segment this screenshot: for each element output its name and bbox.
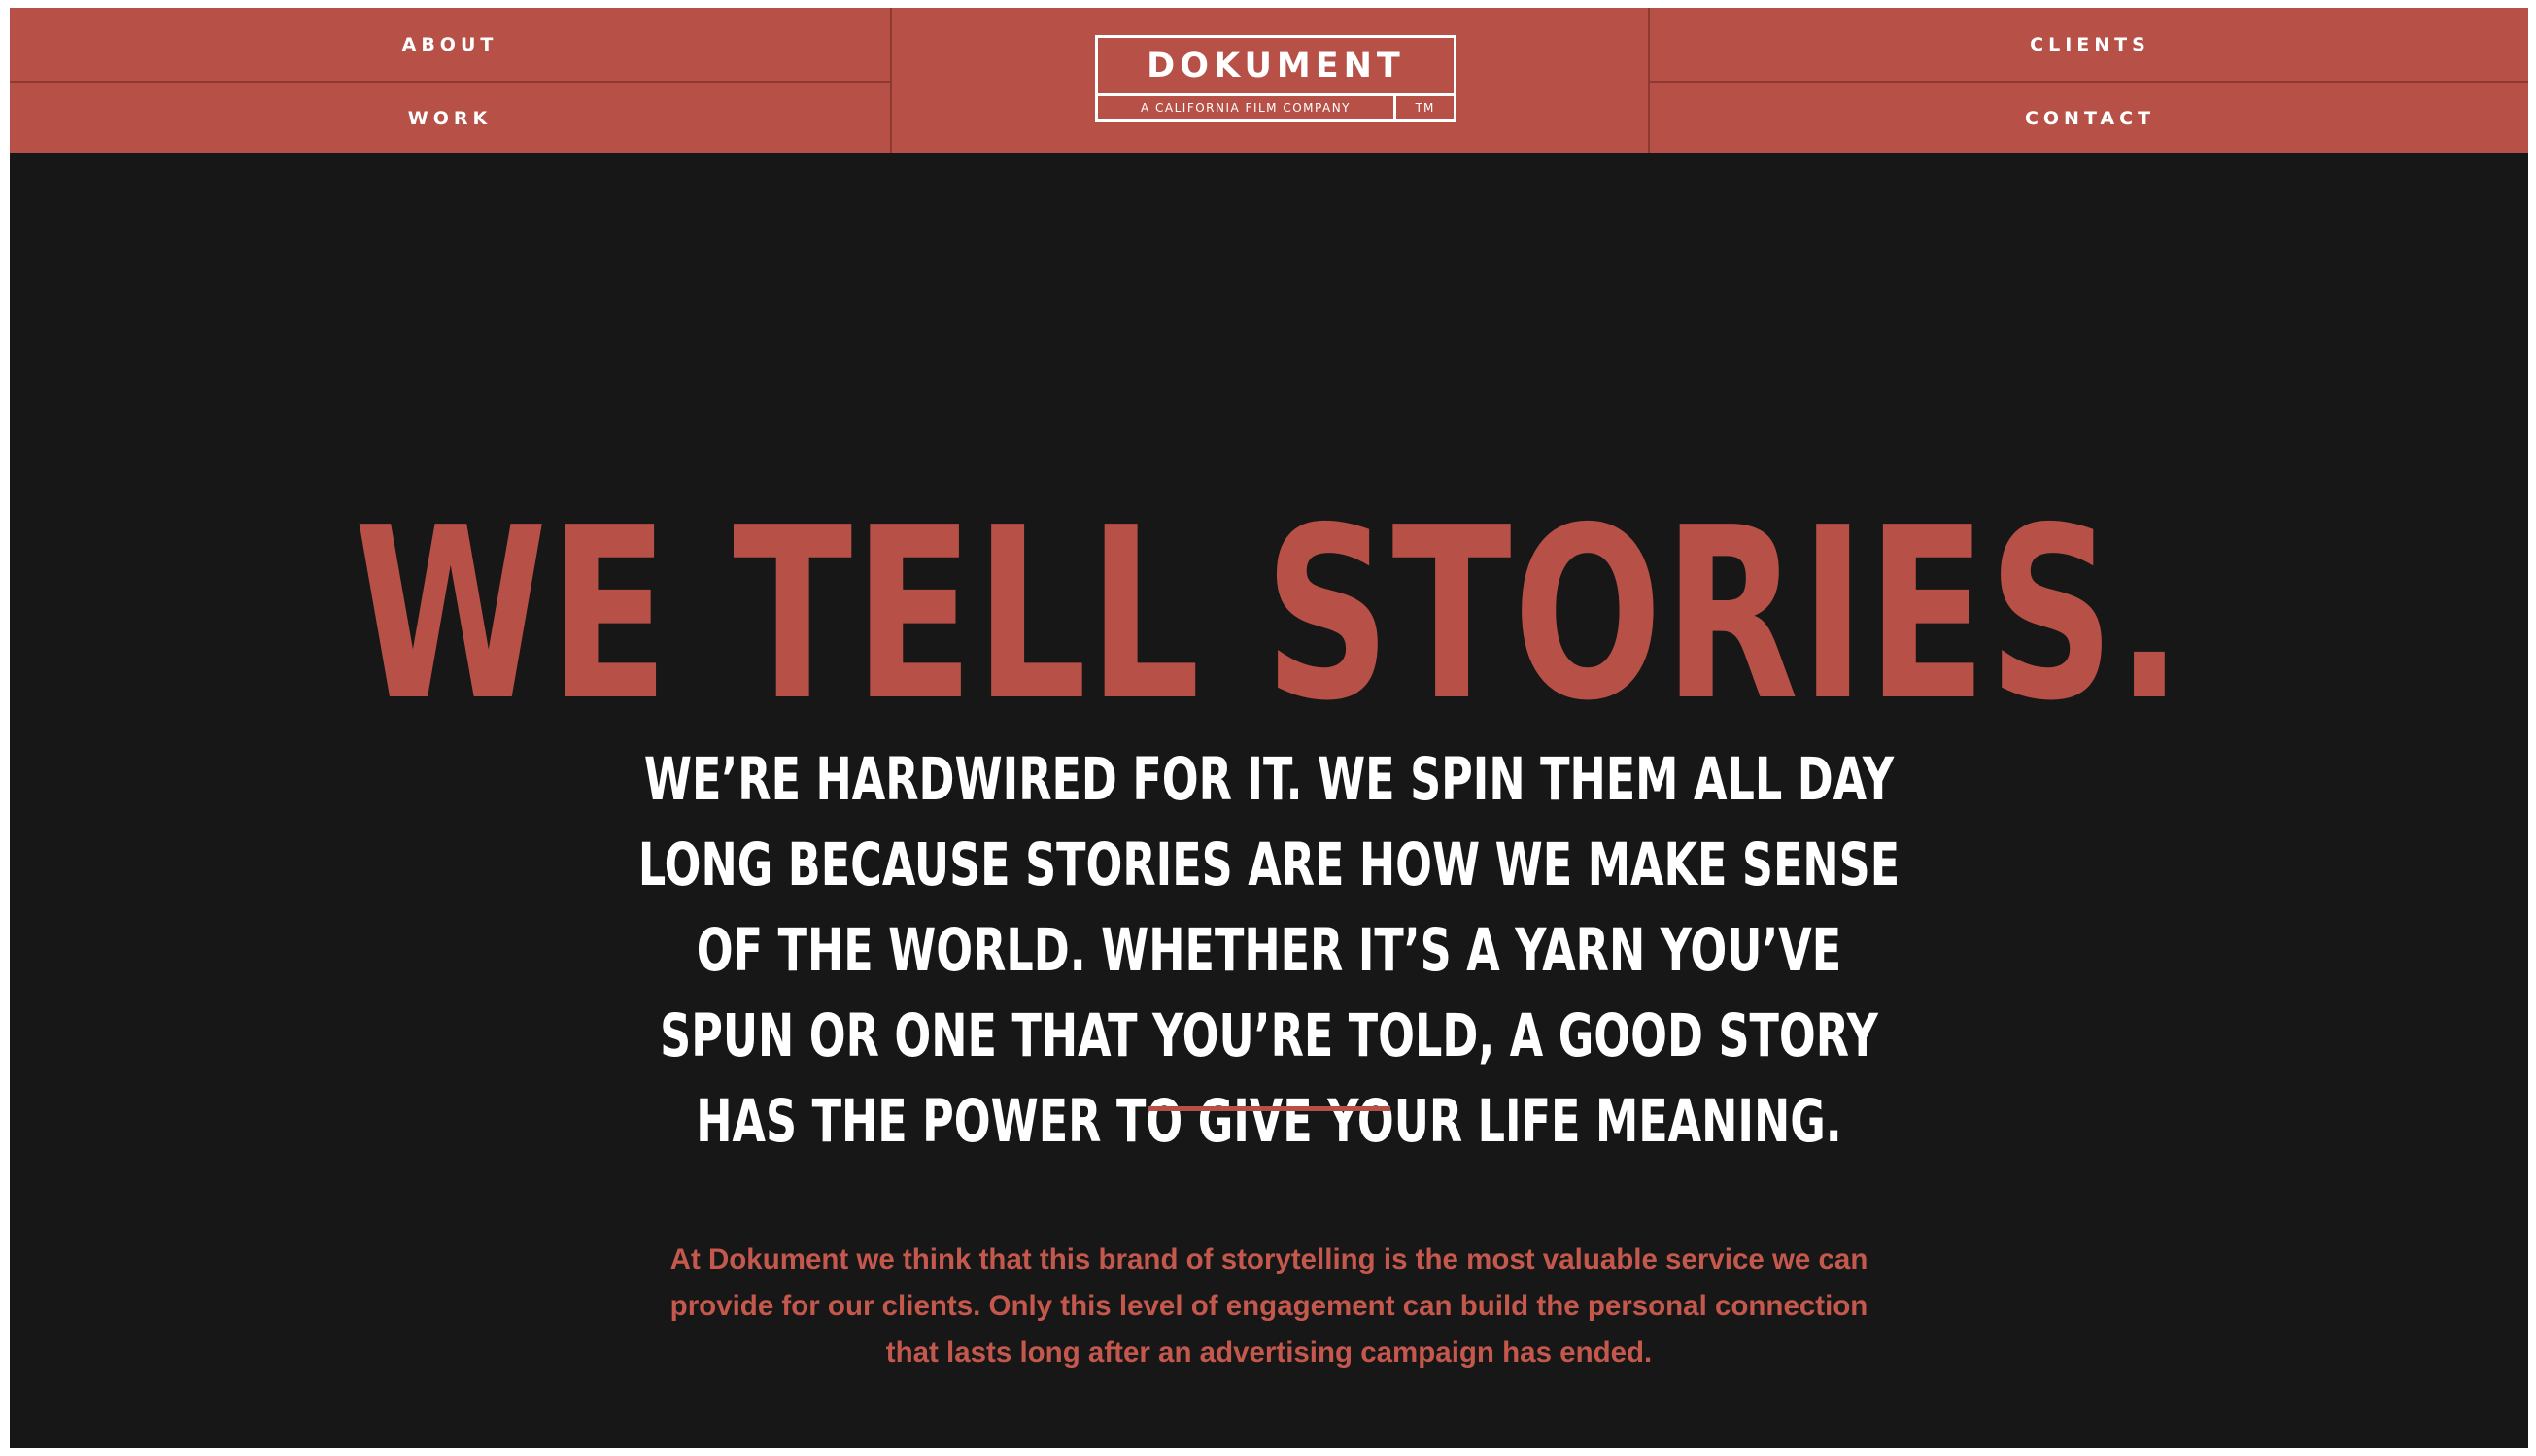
hero-headline: WE TELL STORIES. xyxy=(354,477,2184,754)
logo-wordmark: DOKUMENT xyxy=(1098,38,1454,96)
page-frame: ABOUT WORK DOKUMENT A CALIFORNIA FILM CO… xyxy=(10,8,2528,1448)
logo-tagline: A CALIFORNIA FILM COMPANY xyxy=(1098,96,1396,119)
nav-left: ABOUT WORK xyxy=(10,8,892,153)
site-header: ABOUT WORK DOKUMENT A CALIFORNIA FILM CO… xyxy=(10,8,2528,153)
hero-body-copy: At Dokument we think that this brand of … xyxy=(669,1242,1868,1369)
nav-link-contact[interactable]: CONTACT xyxy=(1650,83,2528,153)
nav-link-work[interactable]: WORK xyxy=(10,83,890,153)
nav-link-clients[interactable]: CLIENTS xyxy=(1650,8,2528,83)
hero-subhead: WE’RE HARDWIRED FOR IT. WE SPIN THEM ALL… xyxy=(637,745,1901,1156)
logo-trademark: TM xyxy=(1415,101,1435,115)
dokument-logo[interactable]: DOKUMENT A CALIFORNIA FILM COMPANY TM xyxy=(1095,35,1456,122)
section-divider xyxy=(1148,1106,1390,1111)
nav-center: DOKUMENT A CALIFORNIA FILM COMPANY TM xyxy=(892,8,1648,153)
nav-link-about[interactable]: ABOUT xyxy=(10,8,890,83)
nav-right: CLIENTS CONTACT xyxy=(1648,8,2528,153)
